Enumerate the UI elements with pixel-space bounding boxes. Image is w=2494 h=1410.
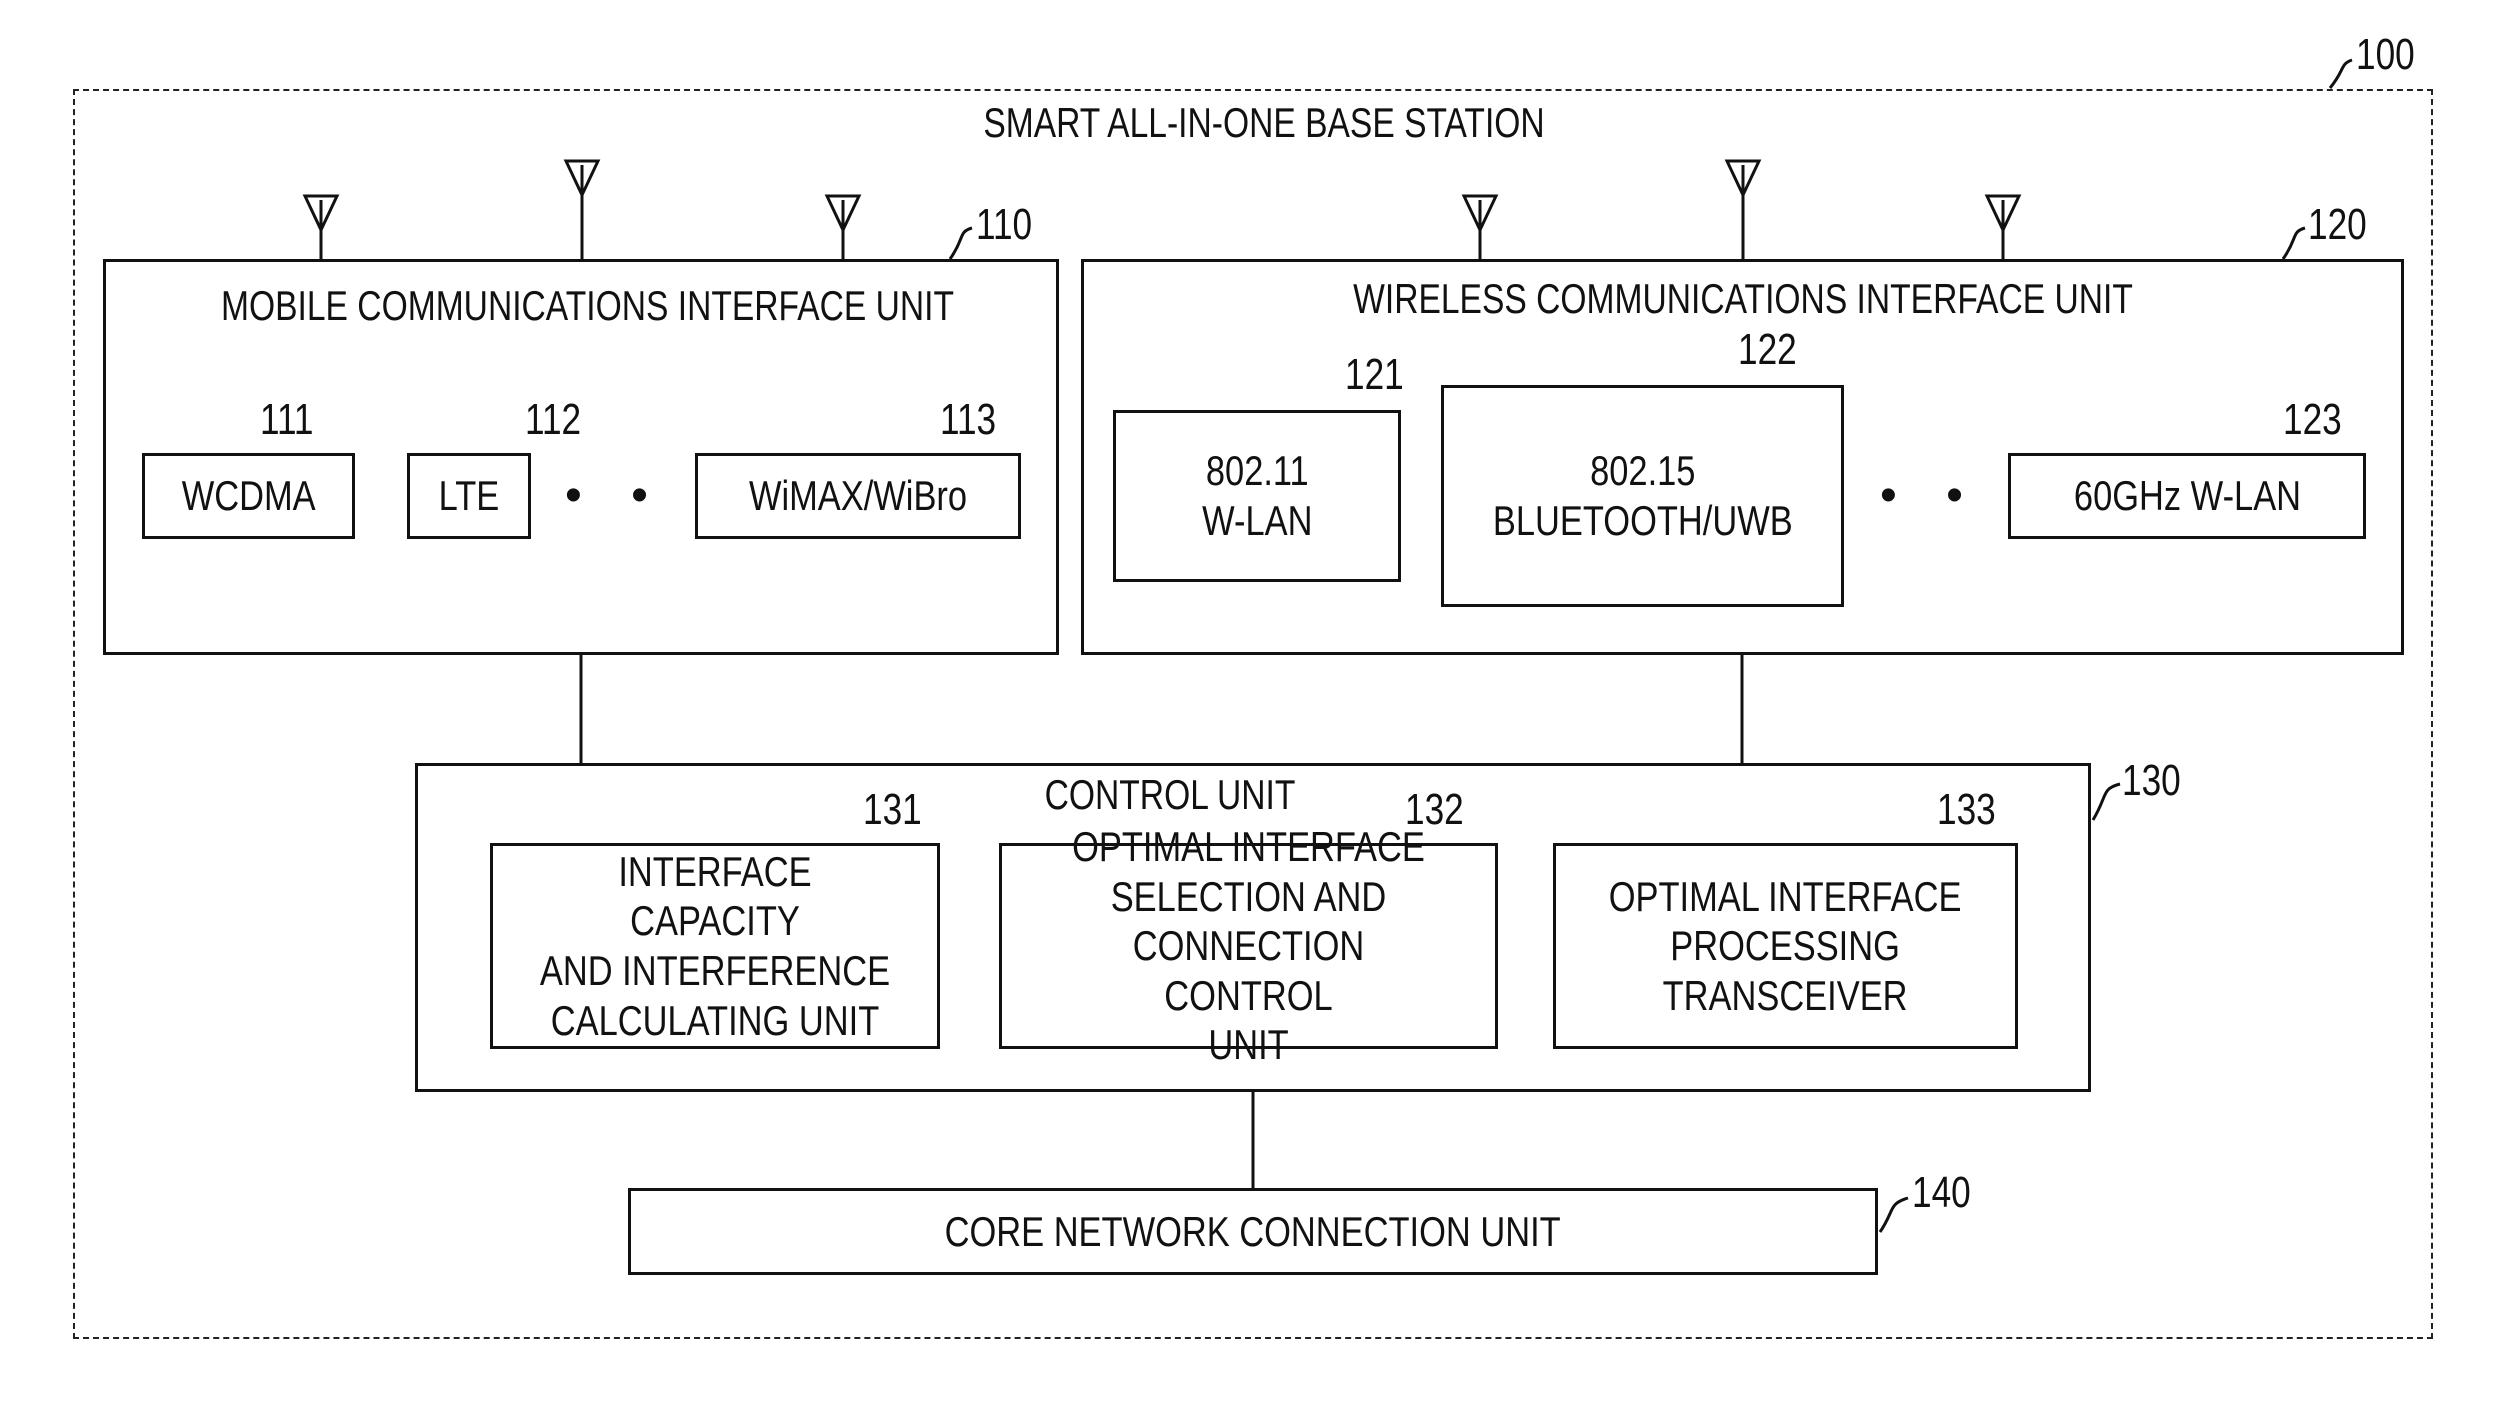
optimal-interface-selection-unit: OPTIMAL INTERFACE SELECTION AND CONNECTI… <box>999 823 1498 1068</box>
ref-111: 111 <box>260 395 314 444</box>
ref-140: 140 <box>1912 1168 1971 1217</box>
ref-122: 122 <box>1738 325 1797 374</box>
system-title: SMART ALL-IN-ONE BASE STATION <box>983 99 1545 146</box>
wireless-unit-title: WIRELESS COMMUNICATIONS INTERFACE UNIT <box>1353 275 2133 322</box>
ref-120: 120 <box>2308 200 2367 249</box>
mobile-unit-title: MOBILE COMMUNICATIONS INTERFACE UNIT <box>221 282 955 329</box>
ref-112: 112 <box>525 395 582 444</box>
ref-123: 123 <box>2283 395 2342 444</box>
ref-133: 133 <box>1937 785 1996 834</box>
ref-130: 130 <box>2122 756 2181 805</box>
module-lte: LTE <box>407 453 531 539</box>
ref-113: 113 <box>940 395 997 444</box>
module-wimax-wibro: WiMAX/WiBro <box>695 453 1021 539</box>
module-802-15-bluetooth-uwb: 802.15 BLUETOOTH/UWB <box>1441 385 1844 607</box>
module-802-11-wlan: 802.11 W-LAN <box>1113 410 1401 582</box>
core-network-connection-unit: CORE NETWORK CONNECTION UNIT <box>628 1188 1878 1275</box>
ref-132: 132 <box>1405 785 1464 834</box>
module-60ghz-wlan: 60GHz W-LAN <box>2008 453 2366 539</box>
ref-131: 131 <box>863 785 922 834</box>
ref-110: 110 <box>976 200 1033 249</box>
leader-100 <box>2328 58 2353 89</box>
module-wcdma: WCDMA <box>142 453 355 539</box>
optimal-interface-processing-transceiver: OPTIMAL INTERFACE PROCESSING TRANSCEIVER <box>1553 843 2018 1049</box>
control-unit-title: CONTROL UNIT <box>1044 771 1296 818</box>
ref-100: 100 <box>2356 30 2415 79</box>
interface-capacity-calculating-unit: INTERFACE CAPACITY AND INTERFERENCE CALC… <box>490 843 940 1049</box>
ref-121: 121 <box>1345 350 1404 399</box>
